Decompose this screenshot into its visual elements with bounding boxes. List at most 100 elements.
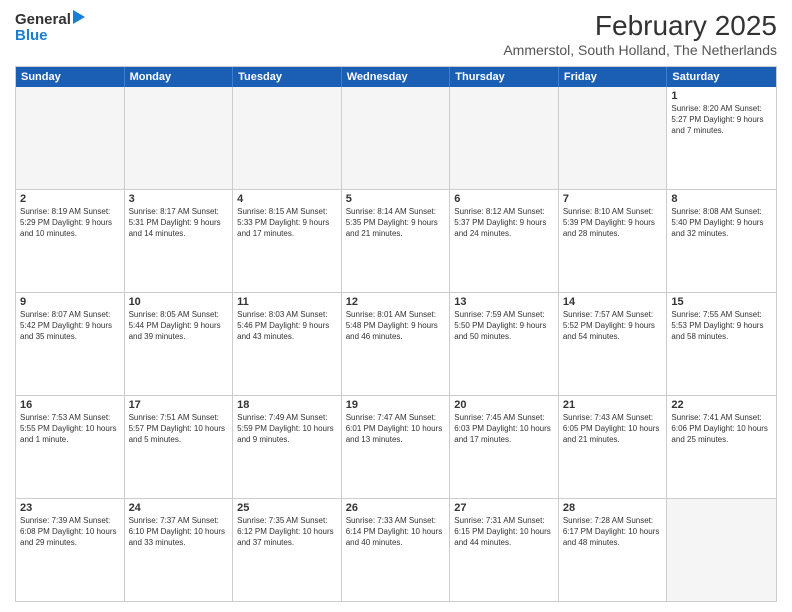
- calendar-day-23: 23 Sunrise: 7:39 AM Sunset: 6:08 PM Dayli…: [16, 499, 125, 601]
- day-number: 23: [20, 502, 120, 514]
- calendar-day-9: 9Sunrise: 8:07 AM Sunset: 5:42 PM Daylig…: [16, 293, 125, 395]
- day-content: Sunrise: 7:47 AM Sunset: 6:01 PM Dayligh…: [346, 413, 446, 445]
- logo-blue-text: Blue: [15, 27, 48, 44]
- calendar-body: 1 Sunrise: 8:20 AM Sunset: 5:27 PM Daylig…: [16, 87, 776, 601]
- calendar-day-5: 5Sunrise: 8:14 AM Sunset: 5:35 PM Daylig…: [342, 190, 451, 292]
- calendar-week-5: 23 Sunrise: 7:39 AM Sunset: 6:08 PM Dayli…: [16, 499, 776, 601]
- day-number: 12: [346, 296, 446, 308]
- calendar: SundayMondayTuesdayWednesdayThursdayFrid…: [15, 66, 777, 602]
- calendar-day-17: 17Sunrise: 7:51 AM Sunset: 5:57 PM Dayli…: [125, 396, 234, 498]
- day-number: 17: [129, 399, 229, 411]
- calendar-empty-cell: [233, 87, 342, 189]
- calendar-empty-cell: [559, 87, 668, 189]
- calendar-day-16: 16 Sunrise: 7:53 AM Sunset: 5:55 PM Dayli…: [16, 396, 125, 498]
- header-day-friday: Friday: [559, 67, 668, 87]
- header-day-saturday: Saturday: [667, 67, 776, 87]
- day-content: Sunrise: 7:55 AM Sunset: 5:53 PM Dayligh…: [671, 310, 772, 342]
- header-day-tuesday: Tuesday: [233, 67, 342, 87]
- day-content: Sunrise: 7:41 AM Sunset: 6:06 PM Dayligh…: [671, 413, 772, 445]
- day-number: 21: [563, 399, 663, 411]
- calendar-header: SundayMondayTuesdayWednesdayThursdayFrid…: [16, 67, 776, 87]
- logo: General Blue: [15, 10, 85, 45]
- calendar-week-1: 1 Sunrise: 8:20 AM Sunset: 5:27 PM Daylig…: [16, 87, 776, 190]
- logo-box: General Blue: [15, 10, 85, 45]
- day-content: Sunrise: 8:10 AM Sunset: 5:39 PM Dayligh…: [563, 207, 663, 239]
- day-content: Sunrise: 7:53 AM Sunset: 5:55 PM Dayligh…: [20, 413, 120, 445]
- calendar-day-8: 8Sunrise: 8:08 AM Sunset: 5:40 PM Daylig…: [667, 190, 776, 292]
- day-number: 16: [20, 399, 120, 411]
- day-number: 28: [563, 502, 663, 514]
- location-subtitle: Ammerstol, South Holland, The Netherland…: [503, 42, 777, 58]
- day-number: 20: [454, 399, 554, 411]
- calendar-day-1: 1 Sunrise: 8:20 AM Sunset: 5:27 PM Daylig…: [667, 87, 776, 189]
- calendar-empty-cell: [125, 87, 234, 189]
- title-area: February 2025 Ammerstol, South Holland, …: [503, 10, 777, 58]
- day-content: Sunrise: 7:59 AM Sunset: 5:50 PM Dayligh…: [454, 310, 554, 342]
- calendar-day-24: 24 Sunrise: 7:37 AM Sunset: 6:10 PM Dayli…: [125, 499, 234, 601]
- calendar-empty-cell: [667, 499, 776, 601]
- day-content: Sunrise: 8:07 AM Sunset: 5:42 PM Dayligh…: [20, 310, 120, 342]
- calendar-day-20: 20 Sunrise: 7:45 AM Sunset: 6:03 PM Dayli…: [450, 396, 559, 498]
- day-content: Sunrise: 7:57 AM Sunset: 5:52 PM Dayligh…: [563, 310, 663, 342]
- header: General Blue February 2025 Ammerstol, So…: [15, 10, 777, 58]
- day-number: 6: [454, 193, 554, 205]
- calendar-day-10: 10Sunrise: 8:05 AM Sunset: 5:44 PM Dayli…: [125, 293, 234, 395]
- calendar-empty-cell: [450, 87, 559, 189]
- day-content: Sunrise: 8:12 AM Sunset: 5:37 PM Dayligh…: [454, 207, 554, 239]
- day-number: 11: [237, 296, 337, 308]
- calendar-day-14: 14 Sunrise: 7:57 AM Sunset: 5:52 PM Dayli…: [559, 293, 668, 395]
- calendar-week-4: 16 Sunrise: 7:53 AM Sunset: 5:55 PM Dayli…: [16, 396, 776, 499]
- calendar-day-2: 2 Sunrise: 8:19 AM Sunset: 5:29 PM Daylig…: [16, 190, 125, 292]
- day-content: Sunrise: 7:39 AM Sunset: 6:08 PM Dayligh…: [20, 516, 120, 548]
- calendar-day-21: 21 Sunrise: 7:43 AM Sunset: 6:05 PM Dayli…: [559, 396, 668, 498]
- calendar-week-3: 9Sunrise: 8:07 AM Sunset: 5:42 PM Daylig…: [16, 293, 776, 396]
- day-number: 15: [671, 296, 772, 308]
- day-content: Sunrise: 8:15 AM Sunset: 5:33 PM Dayligh…: [237, 207, 337, 239]
- day-number: 27: [454, 502, 554, 514]
- day-number: 19: [346, 399, 446, 411]
- calendar-day-11: 11 Sunrise: 8:03 AM Sunset: 5:46 PM Dayli…: [233, 293, 342, 395]
- day-content: Sunrise: 7:35 AM Sunset: 6:12 PM Dayligh…: [237, 516, 337, 548]
- day-content: Sunrise: 7:45 AM Sunset: 6:03 PM Dayligh…: [454, 413, 554, 445]
- logo-general-text: General: [15, 12, 71, 27]
- header-day-monday: Monday: [125, 67, 234, 87]
- day-content: Sunrise: 7:37 AM Sunset: 6:10 PM Dayligh…: [129, 516, 229, 548]
- day-content: Sunrise: 7:33 AM Sunset: 6:14 PM Dayligh…: [346, 516, 446, 548]
- calendar-day-28: 28Sunrise: 7:28 AM Sunset: 6:17 PM Dayli…: [559, 499, 668, 601]
- calendar-day-7: 7 Sunrise: 8:10 AM Sunset: 5:39 PM Daylig…: [559, 190, 668, 292]
- day-number: 3: [129, 193, 229, 205]
- calendar-day-4: 4Sunrise: 8:15 AM Sunset: 5:33 PM Daylig…: [233, 190, 342, 292]
- day-number: 25: [237, 502, 337, 514]
- logo-arrow-icon: [73, 10, 85, 24]
- calendar-day-15: 15 Sunrise: 7:55 AM Sunset: 5:53 PM Dayli…: [667, 293, 776, 395]
- day-content: Sunrise: 7:49 AM Sunset: 5:59 PM Dayligh…: [237, 413, 337, 445]
- day-content: Sunrise: 8:03 AM Sunset: 5:46 PM Dayligh…: [237, 310, 337, 342]
- calendar-day-22: 22Sunrise: 7:41 AM Sunset: 6:06 PM Dayli…: [667, 396, 776, 498]
- header-day-thursday: Thursday: [450, 67, 559, 87]
- header-day-wednesday: Wednesday: [342, 67, 451, 87]
- day-number: 7: [563, 193, 663, 205]
- day-content: Sunrise: 8:17 AM Sunset: 5:31 PM Dayligh…: [129, 207, 229, 239]
- calendar-day-3: 3 Sunrise: 8:17 AM Sunset: 5:31 PM Daylig…: [125, 190, 234, 292]
- day-content: Sunrise: 8:01 AM Sunset: 5:48 PM Dayligh…: [346, 310, 446, 342]
- day-number: 26: [346, 502, 446, 514]
- day-content: Sunrise: 7:31 AM Sunset: 6:15 PM Dayligh…: [454, 516, 554, 548]
- page: General Blue February 2025 Ammerstol, So…: [0, 0, 792, 612]
- calendar-empty-cell: [16, 87, 125, 189]
- day-content: Sunrise: 8:14 AM Sunset: 5:35 PM Dayligh…: [346, 207, 446, 239]
- day-number: 18: [237, 399, 337, 411]
- calendar-day-18: 18 Sunrise: 7:49 AM Sunset: 5:59 PM Dayli…: [233, 396, 342, 498]
- calendar-day-27: 27 Sunrise: 7:31 AM Sunset: 6:15 PM Dayli…: [450, 499, 559, 601]
- day-number: 14: [563, 296, 663, 308]
- day-number: 1: [671, 90, 772, 102]
- calendar-day-6: 6 Sunrise: 8:12 AM Sunset: 5:37 PM Daylig…: [450, 190, 559, 292]
- month-title: February 2025: [503, 10, 777, 42]
- day-content: Sunrise: 8:20 AM Sunset: 5:27 PM Dayligh…: [671, 104, 772, 136]
- day-content: Sunrise: 7:43 AM Sunset: 6:05 PM Dayligh…: [563, 413, 663, 445]
- day-content: Sunrise: 8:19 AM Sunset: 5:29 PM Dayligh…: [20, 207, 120, 239]
- day-number: 24: [129, 502, 229, 514]
- calendar-day-25: 25 Sunrise: 7:35 AM Sunset: 6:12 PM Dayli…: [233, 499, 342, 601]
- day-content: Sunrise: 8:08 AM Sunset: 5:40 PM Dayligh…: [671, 207, 772, 239]
- day-number: 2: [20, 193, 120, 205]
- calendar-week-2: 2 Sunrise: 8:19 AM Sunset: 5:29 PM Daylig…: [16, 190, 776, 293]
